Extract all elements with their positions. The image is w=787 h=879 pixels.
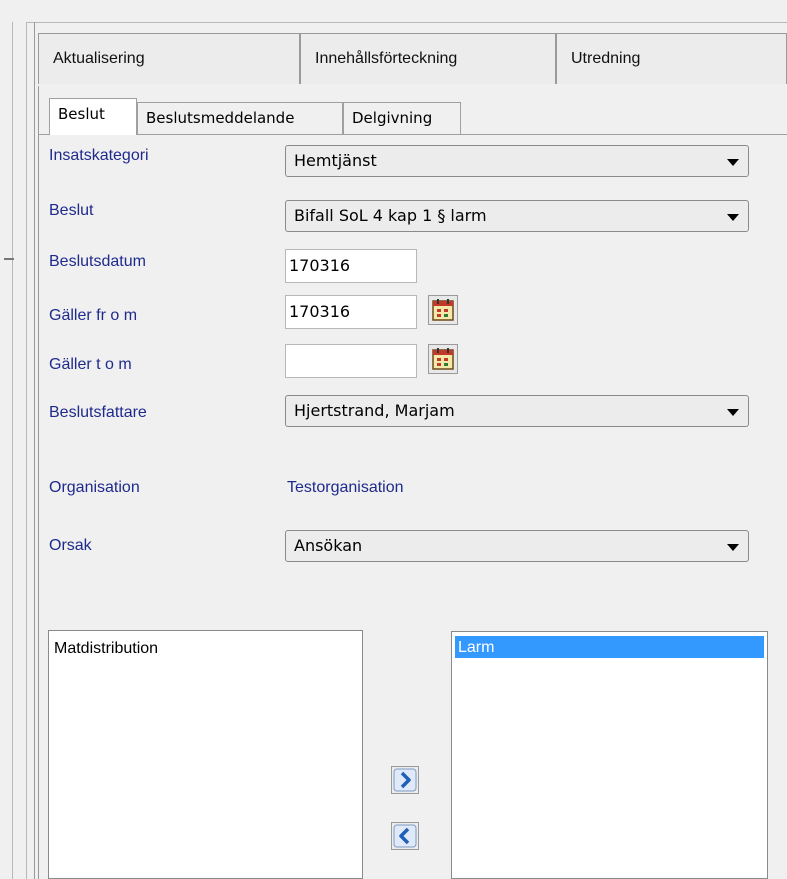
tab-beslut[interactable]: Beslut	[49, 98, 137, 135]
galler-tom-label: Gäller t o m	[49, 356, 132, 373]
top-border	[26, 22, 787, 23]
tab-beslutsmeddelande[interactable]: Beslutsmeddelande	[137, 102, 343, 135]
splitter-edge	[26, 22, 27, 879]
decision-panel: Beslut Beslutsmeddelande Delgivning Insa…	[38, 86, 787, 879]
insatskategori-label: Insatskategori	[49, 147, 149, 164]
beslutsdatum-input[interactable]: 170316	[285, 249, 417, 283]
organisation-label: Organisation	[49, 479, 140, 496]
chevron-down-icon	[727, 159, 739, 166]
beslut-label: Beslut	[49, 202, 94, 219]
move-left-button[interactable]	[391, 822, 419, 850]
list-item-selected[interactable]: Larm	[455, 636, 764, 658]
galler-tom-input[interactable]	[285, 344, 417, 378]
orsak-label: Orsak	[49, 537, 92, 554]
calendar-icon	[432, 348, 454, 370]
beslutsfattare-select[interactable]: Hjertstrand, Marjam	[285, 395, 749, 427]
splitter-grip[interactable]	[4, 258, 14, 260]
calendar-icon	[432, 299, 454, 321]
chevron-down-icon	[727, 214, 739, 221]
orsak-value: Ansökan	[294, 536, 363, 555]
list-item[interactable]: Matdistribution	[54, 640, 158, 658]
insatskategori-value: Hemtjänst	[294, 151, 377, 170]
galler-tom-calendar-button[interactable]	[428, 344, 458, 374]
tab-utredning[interactable]: Utredning	[556, 33, 787, 84]
organisation-value: Testorganisation	[287, 479, 404, 496]
tab-delgivning[interactable]: Delgivning	[343, 102, 461, 135]
chevron-left-icon	[393, 824, 417, 848]
galler-from-input[interactable]: 170316	[285, 295, 417, 329]
move-right-button[interactable]	[391, 766, 419, 794]
chevron-down-icon	[727, 409, 739, 416]
outer-tab-bar: Aktualisering Innehållsförteckning Utred…	[38, 33, 787, 86]
chevron-right-icon	[393, 768, 417, 792]
beslutsdatum-label: Beslutsdatum	[49, 253, 146, 270]
chevron-down-icon	[727, 544, 739, 551]
panel-left-border	[34, 22, 35, 879]
beslutsfattare-label: Beslutsfattare	[49, 404, 147, 421]
insatskategori-select[interactable]: Hemtjänst	[285, 145, 749, 177]
tab-innehallsforteckning[interactable]: Innehållsförteckning	[300, 33, 556, 84]
galler-from-label: Gäller fr o m	[49, 307, 138, 324]
beslutsfattare-value: Hjertstrand, Marjam	[294, 401, 455, 420]
selected-insatser-list[interactable]: Larm	[451, 631, 768, 879]
tab-aktualisering[interactable]: Aktualisering	[38, 33, 300, 84]
left-divider	[12, 22, 13, 879]
left-pane	[0, 0, 27, 879]
tab-strip-border	[39, 134, 787, 135]
beslut-select[interactable]: Bifall SoL 4 kap 1 § larm	[285, 200, 749, 232]
beslut-value: Bifall SoL 4 kap 1 § larm	[294, 206, 487, 225]
galler-from-calendar-button[interactable]	[428, 295, 458, 325]
orsak-select[interactable]: Ansökan	[285, 530, 749, 562]
available-insatser-list[interactable]: Matdistribution	[48, 630, 363, 879]
